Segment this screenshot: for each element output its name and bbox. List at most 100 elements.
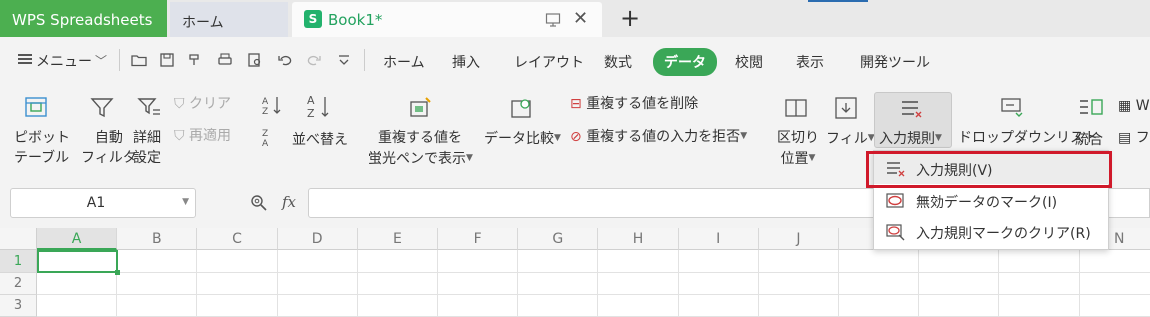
highlight-duplicates-button[interactable]: 重複する値を 蛍光ペンで表示▼ [368, 128, 473, 169]
column-header-d[interactable]: D [277, 228, 358, 250]
clear-filter-button[interactable]: ⛉ クリア [174, 94, 231, 114]
column-header-i[interactable]: I [678, 228, 759, 250]
advanced-filter-button[interactable]: 詳細 設定 [133, 128, 161, 168]
svg-text:Z: Z [262, 129, 268, 139]
row-header-3[interactable]: 3 [0, 295, 37, 317]
redo-icon[interactable] [305, 51, 323, 69]
close-tab-icon[interactable]: ✕ [573, 8, 588, 29]
chevron-down-icon[interactable]: ﹀ [95, 52, 107, 69]
data-validation-button[interactable]: 入力規則▼ [879, 128, 942, 149]
pivot-table-icon [25, 97, 47, 117]
home-tab[interactable]: ホーム [170, 2, 288, 37]
zoom-icon[interactable] [250, 194, 268, 212]
grid-column-line [677, 250, 679, 317]
column-header-f[interactable]: F [438, 228, 519, 250]
grid-column-line [517, 250, 519, 317]
circle-invalid-icon [886, 193, 904, 208]
data-compare-label: データ比較 [484, 131, 554, 147]
reapply-label: 再適用 [188, 128, 231, 144]
caret-down-icon: ▼ [935, 133, 942, 143]
add-tab-button[interactable]: + [620, 4, 640, 32]
caret-down-icon: ▼ [554, 133, 561, 143]
pivot-label-1: ピボット [14, 130, 70, 146]
column-header-a[interactable]: A [37, 228, 118, 250]
select-all-corner[interactable] [0, 228, 37, 250]
insert-function-icon[interactable]: fx [282, 193, 296, 211]
text-to-columns-icon [785, 99, 807, 117]
sort-button[interactable]: 並べ替え [292, 130, 348, 150]
column-header-c[interactable]: C [197, 228, 278, 250]
cutoff-f-label: フ [1135, 130, 1150, 146]
name-box[interactable]: A1 ▼ [10, 188, 196, 218]
cell-reference: A1 [86, 195, 106, 211]
reapply-filter-button[interactable]: ⛉ 再適用 [174, 126, 231, 146]
print-preview-icon[interactable] [246, 51, 264, 69]
fill-handle[interactable] [115, 270, 120, 275]
grid-row-line [37, 272, 1150, 273]
menu-item-label: 入力規則マークのクリア(R) [916, 226, 1091, 242]
tab-layout[interactable]: レイアウト [514, 52, 584, 72]
advanced-filter-icon [137, 98, 160, 115]
pivot-label-2: テーブル [14, 150, 70, 166]
divider [119, 49, 120, 71]
reject-duplicates-label: 重複する値の入力を拒否 [586, 129, 741, 145]
fill-button[interactable]: フィル▼ [826, 128, 875, 149]
data-compare-button[interactable]: データ比較▼ [484, 128, 561, 149]
title-tab-bar: WPS Spreadsheets ホーム S Book1* ✕ + [0, 0, 1150, 37]
customize-toolbar-icon[interactable] [335, 51, 353, 69]
column-header-j[interactable]: J [758, 228, 839, 250]
row-header-1[interactable]: 1 [0, 250, 37, 273]
sort-icon: A Z [307, 94, 329, 120]
consolidate-button[interactable]: 統合 [1075, 130, 1103, 150]
auto-filter-button[interactable]: 自動 フィルタ [81, 128, 137, 168]
caret-down-icon[interactable]: ▼ [182, 197, 189, 207]
sort-descending-icon[interactable]: Z A [262, 126, 282, 148]
row-header-2[interactable]: 2 [0, 273, 37, 295]
menu-button[interactable]: メニュー [18, 51, 92, 71]
clear-circles-icon [886, 224, 905, 241]
print-icon[interactable] [216, 51, 234, 69]
menu-item-clear-validation-circles[interactable]: 入力規則マークのクリア(R) [874, 217, 1110, 247]
split-label-2: 位置 [780, 151, 809, 167]
tab-data[interactable]: データ [653, 48, 717, 76]
column-header-e[interactable]: E [357, 228, 438, 250]
monitor-icon[interactable] [545, 12, 561, 28]
document-tab-book1[interactable]: S Book1* ✕ [292, 2, 602, 37]
grid-column-line [276, 250, 278, 317]
save-icon[interactable] [158, 51, 176, 69]
active-cell-a1[interactable] [37, 250, 120, 275]
reject-duplicates-icon: ⊘ [570, 129, 582, 145]
pivot-table-button[interactable]: ピボット テーブル [14, 128, 70, 168]
grid-column-line [918, 250, 920, 317]
undo-icon[interactable] [276, 51, 294, 69]
highlight-label-2: 蛍光ペンで表示 [368, 151, 466, 167]
tab-insert[interactable]: 挿入 [452, 52, 480, 72]
tab-developer[interactable]: 開発ツール [860, 52, 930, 72]
remove-duplicates-button[interactable]: ⊟ 重複する値を削除 [570, 94, 698, 114]
validation-label: 入力規則 [879, 131, 935, 147]
column-header-h[interactable]: H [598, 228, 679, 250]
window-accent [808, 0, 868, 2]
svg-text:A: A [307, 94, 315, 107]
spreadsheet-icon: S [304, 10, 322, 28]
tab-review[interactable]: 校閲 [735, 52, 763, 72]
clear-label: クリア [188, 96, 231, 112]
cutoff-w-button[interactable]: ▦ W [1118, 96, 1150, 116]
cutoff-f-button[interactable]: ▤ フ [1118, 128, 1150, 148]
app-name-tab[interactable]: WPS Spreadsheets [0, 0, 167, 37]
grid-column-line [356, 250, 358, 317]
menu-item-circle-invalid-data[interactable]: 無効データのマーク(I) [874, 186, 1110, 216]
reject-duplicates-button[interactable]: ⊘ 重複する値の入力を拒否▼ [570, 126, 747, 147]
tab-view[interactable]: 表示 [796, 52, 824, 72]
sort-ascending-icon[interactable]: A Z [262, 94, 282, 116]
tab-home[interactable]: ホーム [383, 52, 425, 72]
dropdown-list-icon [1001, 98, 1023, 117]
column-header-g[interactable]: G [518, 228, 599, 250]
column-header-b[interactable]: B [117, 228, 198, 250]
document-title: Book1* [328, 11, 383, 29]
auto-filter-label-2: フィルタ [81, 150, 137, 166]
tab-formulas[interactable]: 数式 [604, 52, 632, 72]
text-to-columns-button[interactable]: 区切り 位置▼ [777, 128, 819, 169]
format-painter-icon[interactable] [186, 51, 204, 69]
open-folder-icon[interactable] [130, 51, 148, 69]
